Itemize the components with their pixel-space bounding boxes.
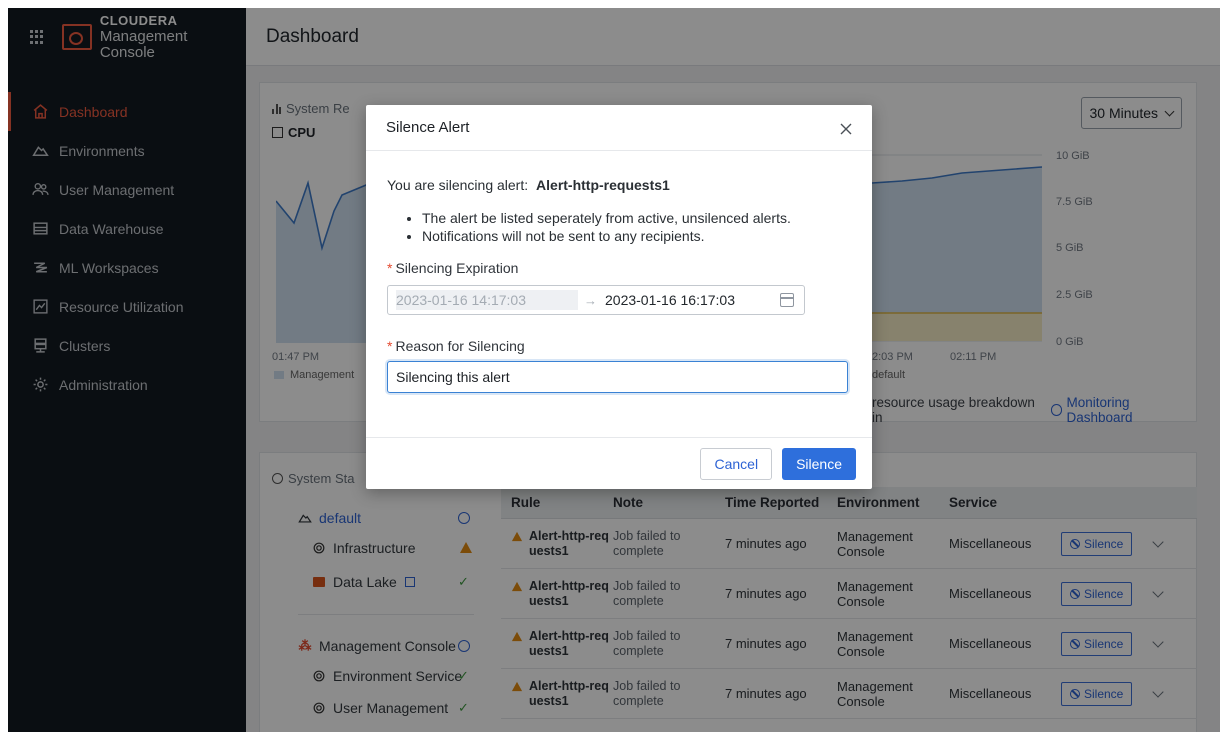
reason-label-text: Reason for Silencing	[395, 338, 525, 354]
bullet-item: The alert be listed seperately from acti…	[422, 209, 852, 227]
arrow-right-icon: →	[584, 292, 597, 308]
calendar-icon[interactable]	[780, 293, 794, 307]
reason-label: * Reason for Silencing	[387, 338, 852, 354]
intro-prefix: You are silencing alert:	[387, 177, 529, 193]
expiration-start[interactable]: 2023-01-16 14:17:03	[396, 290, 578, 310]
silence-button[interactable]: Silence	[782, 447, 856, 480]
expiration-end[interactable]: 2023-01-16 16:17:03	[605, 292, 735, 308]
silence-alert-dialog: Silence Alert You are silencing alert: A…	[366, 105, 872, 489]
expiration-label-text: Silencing Expiration	[395, 260, 519, 276]
dialog-header: Silence Alert	[366, 105, 872, 151]
dialog-bullets: The alert be listed seperately from acti…	[387, 209, 852, 245]
expiration-label: * Silencing Expiration	[387, 260, 852, 276]
dialog-intro: You are silencing alert: Alert-http-requ…	[387, 177, 852, 193]
required-mark: *	[387, 260, 393, 276]
alert-name: Alert-http-requests1	[536, 177, 670, 193]
expiration-range-picker[interactable]: 2023-01-16 14:17:03 → 2023-01-16 16:17:0…	[387, 285, 805, 315]
dialog-footer: Cancel Silence	[366, 437, 872, 489]
dialog-body: You are silencing alert: Alert-http-requ…	[366, 151, 872, 393]
dialog-title: Silence Alert	[386, 119, 470, 136]
bullet-item: Notifications will not be sent to any re…	[422, 227, 852, 245]
required-mark: *	[387, 338, 393, 354]
reason-input[interactable]	[387, 361, 848, 393]
close-icon[interactable]	[836, 119, 856, 139]
cancel-button[interactable]: Cancel	[700, 447, 773, 480]
